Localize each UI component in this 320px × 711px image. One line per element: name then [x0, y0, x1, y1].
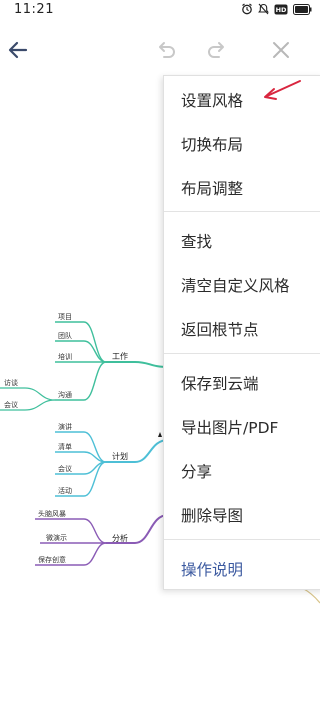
menu-item-export-image-pdf[interactable]: 导出图片/PDF [181, 416, 278, 438]
node-training[interactable]: 培训 [58, 352, 72, 361]
hd-icon: HD [274, 4, 288, 14]
menu-item-adjust-layout[interactable]: 布局调整 [181, 177, 243, 199]
branch-work[interactable]: 工作 项目 团队 培训 沟通 访谈 会议 [0, 313, 169, 411]
node-team[interactable]: 团队 [58, 331, 72, 340]
menu-item-save-cloud[interactable]: 保存到云端 [181, 372, 259, 394]
node-communication[interactable]: 沟通 [58, 390, 72, 399]
redo-icon [208, 42, 224, 58]
node-plan[interactable]: 计划 [112, 451, 128, 461]
battery-icon [293, 3, 312, 15]
node-checklist[interactable]: 清单 [58, 442, 72, 451]
branch-analysis[interactable]: 分析 头脑风暴 微演示 保存创意 [35, 509, 169, 566]
menu-item-return-root[interactable]: 返回根节点 [181, 318, 259, 340]
menu-item-instructions[interactable]: 操作说明 [181, 558, 243, 580]
bell-muted-icon [258, 3, 269, 15]
menu-divider [164, 539, 320, 540]
status-bar: 11:21 HD [0, 0, 320, 22]
annotation-arrow-icon [264, 80, 301, 100]
alarm-icon [242, 3, 252, 15]
menu-item-delete-map[interactable]: 删除导图 [181, 504, 243, 526]
branch-plan[interactable]: 计划 演讲 清单 会议 活动 [55, 422, 169, 497]
menu-item-find[interactable]: 查找 [181, 230, 212, 252]
right-branch-fragment [301, 587, 320, 604]
node-interview[interactable]: 访谈 [4, 378, 18, 387]
status-icons: HD [241, 3, 312, 15]
overflow-menu: 设置风格 切换布局 布局调整 查找 清空自定义风格 返回根节点 保存到云端 导出… [163, 75, 320, 590]
close-button[interactable] [265, 30, 297, 70]
menu-item-set-style[interactable]: 设置风格 [181, 89, 243, 111]
undo-icon [159, 42, 175, 58]
status-time: 11:21 [14, 2, 54, 17]
node-analysis[interactable]: 分析 [112, 533, 128, 543]
node-project[interactable]: 项目 [58, 313, 72, 321]
menu-divider [164, 211, 320, 212]
node-meeting-2[interactable]: 会议 [58, 464, 72, 473]
back-button[interactable] [2, 30, 34, 70]
node-activity[interactable]: 活动 [58, 486, 72, 495]
menu-divider [164, 353, 320, 354]
node-brainstorm[interactable]: 头脑风暴 [38, 509, 66, 518]
node-micro-demo[interactable]: 微演示 [46, 533, 67, 542]
menu-item-clear-custom-style[interactable]: 清空自定义风格 [181, 274, 290, 296]
node-meeting[interactable]: 会议 [4, 400, 18, 409]
node-save-ideas[interactable]: 保存创意 [38, 555, 66, 564]
node-work[interactable]: 工作 [112, 351, 128, 361]
undo-button[interactable] [150, 30, 182, 70]
node-speech[interactable]: 演讲 [58, 422, 72, 431]
arrow-left-icon [8, 41, 28, 59]
central-node-edge [158, 432, 162, 437]
svg-text:HD: HD [276, 6, 287, 14]
top-toolbar [0, 30, 320, 70]
redo-button[interactable] [201, 30, 233, 70]
close-icon [273, 42, 289, 58]
menu-item-switch-layout[interactable]: 切换布局 [181, 133, 243, 155]
menu-item-share[interactable]: 分享 [181, 460, 212, 482]
